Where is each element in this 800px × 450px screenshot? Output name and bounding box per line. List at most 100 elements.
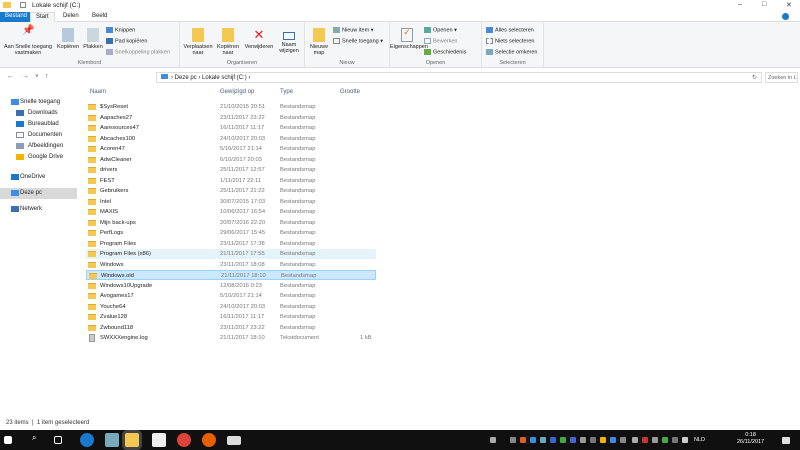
sidebar-item-documents[interactable]: Documenten: [0, 130, 77, 141]
help-icon[interactable]: [782, 13, 789, 20]
clock[interactable]: 0:18 26/11/2017: [737, 432, 764, 446]
tray-icon[interactable]: [560, 437, 566, 443]
sidebar-item-network[interactable]: Netwerk: [0, 204, 77, 215]
tray-icon[interactable]: [510, 437, 516, 443]
file-row[interactable]: MAXIS 10/06/2017 16:54 Bestandsmap: [86, 207, 376, 217]
maximize-button[interactable]: □: [762, 1, 766, 8]
column-name[interactable]: Naam: [90, 89, 106, 95]
notifications-icon[interactable]: [782, 437, 790, 444]
back-button[interactable]: ←: [7, 73, 14, 80]
sidebar-item-onedrive[interactable]: OneDrive: [0, 172, 77, 183]
tray-icon[interactable]: [642, 437, 648, 443]
file-row[interactable]: Program Files 23/11/2017 17:38 Bestandsmap: [86, 239, 376, 249]
firefox-icon[interactable]: [202, 433, 216, 447]
column-type[interactable]: Type: [280, 89, 293, 95]
file-row[interactable]: Windows10Upgrade 12/08/2016 0:23 Bestandsm…: [86, 281, 376, 291]
file-row[interactable]: Avogames17 5/10/2017 21:14 Bestandsmap: [86, 291, 376, 301]
tray-icon[interactable]: [672, 437, 678, 443]
start-button[interactable]: [4, 436, 12, 444]
app-icon[interactable]: [105, 433, 119, 447]
search-button[interactable]: ⌕: [32, 433, 46, 447]
language-indicator[interactable]: NLD: [694, 437, 705, 443]
mail-icon[interactable]: [227, 436, 241, 445]
file-row[interactable]: Aaresources47 16/11/2017 11:17 Bestandsmap: [86, 123, 376, 133]
tray-icon[interactable]: [580, 437, 586, 443]
tab-share[interactable]: Delen: [58, 12, 84, 22]
google-drive-icon[interactable]: [600, 437, 606, 443]
breadcrumb-drive[interactable]: Lokale schijf (C:): [202, 75, 247, 81]
copy-button[interactable]: Kopiëren: [56, 28, 80, 50]
sidebar-item-downloads[interactable]: Downloads: [0, 108, 77, 119]
sidebar-item-this-pc[interactable]: Deze pc: [0, 188, 77, 199]
tab-file[interactable]: Bestand: [0, 12, 33, 22]
file-row[interactable]: Aapaches27 23/11/2017 23:22 Bestandsmap: [86, 113, 376, 123]
sidebar-item-google-drive[interactable]: Google Drive: [0, 152, 77, 163]
tray-icon[interactable]: [610, 437, 616, 443]
file-row[interactable]: drivers 25/11/2017 12:57 Bestandsmap: [86, 165, 376, 175]
cut-button[interactable]: Knippen: [106, 27, 135, 33]
tab-start[interactable]: Start: [30, 12, 55, 22]
file-row[interactable]: Intel 30/07/2015 17:03 Bestandsmap: [86, 197, 376, 207]
file-row[interactable]: Gebruikers 25/11/2017 21:22 Bestandsmap: [86, 186, 376, 196]
properties-quick-icon[interactable]: [20, 2, 26, 8]
close-button[interactable]: ✕: [786, 1, 792, 9]
paste-shortcut-button[interactable]: Snelkoppeling plakken: [106, 49, 170, 55]
sidebar-item-desktop[interactable]: Bureaublad: [0, 119, 77, 130]
recent-dropdown[interactable]: ∨: [35, 73, 39, 79]
file-row[interactable]: Windows 23/11/2017 18:08 Bestandsmap: [86, 260, 376, 270]
tray-icon[interactable]: [570, 437, 576, 443]
file-explorer-icon[interactable]: [125, 433, 139, 447]
file-row[interactable]: Acoren47 5/10/2017 21:14 Bestandsmap: [86, 144, 376, 154]
column-modified[interactable]: Gewijzigd op: [220, 89, 254, 95]
wifi-icon[interactable]: [590, 437, 596, 443]
paste-button[interactable]: Plakken: [82, 28, 104, 50]
copy-path-button[interactable]: Pad kopiëren: [106, 38, 147, 44]
file-row[interactable]: Zvalue128 16/11/2017 11:17 Bestandsmap: [86, 312, 376, 322]
rename-button[interactable]: Naam wijzigen: [275, 28, 303, 54]
file-row[interactable]: FEST 1/11/2017 22:11 Bestandsmap: [86, 176, 376, 186]
file-row[interactable]: Program Files (x86) 21/11/2017 17:55 Besta…: [86, 249, 376, 259]
volume-icon[interactable]: [632, 437, 638, 443]
breadcrumb-this-pc[interactable]: Deze pc: [175, 75, 197, 81]
tray-icon[interactable]: [620, 437, 626, 443]
sidebar-item-quick-access[interactable]: Snelle toegang: [0, 97, 77, 108]
search-input[interactable]: Zoeken in Lokale schi... ⌕: [765, 72, 798, 83]
forward-button[interactable]: →: [22, 73, 29, 80]
file-row[interactable]: Youche64 24/10/2017 20:03 Bestandsmap: [86, 302, 376, 312]
file-row[interactable]: PerfLogs 29/06/2017 15:45 Bestandsmap: [86, 228, 376, 238]
file-row[interactable]: SWXXXengine.log 21/11/2017 18:10 Tekstdocu…: [86, 333, 376, 343]
file-row[interactable]: Abcaches100 24/10/2017 20:03 Bestandsmap: [86, 134, 376, 144]
network-icon[interactable]: [682, 437, 688, 443]
edit-button[interactable]: Bewerken: [424, 38, 457, 44]
people-icon[interactable]: [490, 437, 496, 443]
file-row[interactable]: Zwbound118 23/11/2017 23:22 Bestandsmap: [86, 323, 376, 333]
copy-to-button[interactable]: Kopiëren naar: [214, 28, 242, 56]
open-button[interactable]: Openen ▾: [424, 27, 457, 33]
move-to-button[interactable]: Verplaatsen naar: [183, 28, 213, 56]
column-size[interactable]: Grootte: [340, 89, 360, 95]
invert-selection-button[interactable]: Selectie omkeren: [486, 49, 538, 55]
tray-icon[interactable]: [520, 437, 526, 443]
tray-icon[interactable]: [530, 437, 536, 443]
edge-icon[interactable]: [80, 433, 94, 447]
minimize-button[interactable]: –: [738, 1, 742, 8]
tray-icon[interactable]: [652, 437, 658, 443]
refresh-icon[interactable]: ↻: [752, 74, 757, 81]
select-all-button[interactable]: Alles selecteren: [486, 27, 534, 33]
new-item-button[interactable]: Nieuw item ▾: [333, 27, 374, 33]
task-view-button[interactable]: [54, 436, 62, 444]
select-none-button[interactable]: Niets selecteren: [486, 38, 534, 44]
chrome-icon[interactable]: [177, 433, 191, 447]
address-bar[interactable]: › Deze pc › Lokale schijf (C:) › ↻: [156, 72, 762, 83]
properties-button[interactable]: ✓ Eigenschappen: [390, 28, 428, 51]
delete-button[interactable]: ✕ Verwijderen: [244, 28, 274, 51]
tray-icon[interactable]: [550, 437, 556, 443]
tray-icon[interactable]: [540, 437, 546, 443]
tab-view[interactable]: Beeld: [87, 12, 112, 22]
up-button[interactable]: ↑: [45, 73, 49, 80]
new-folder-button[interactable]: Nieuwe map: [307, 28, 331, 56]
sidebar-item-pictures[interactable]: Afbeeldingen: [0, 141, 77, 152]
pin-button[interactable]: 📌 Aan Snelle toegang vastmaken: [2, 26, 54, 57]
file-row[interactable]: AdwCleaner 6/10/2017 20:03 Bestandsmap: [86, 155, 376, 165]
file-row[interactable]: Windows.old 21/11/2017 18:10 Bestandsmap: [86, 270, 376, 280]
